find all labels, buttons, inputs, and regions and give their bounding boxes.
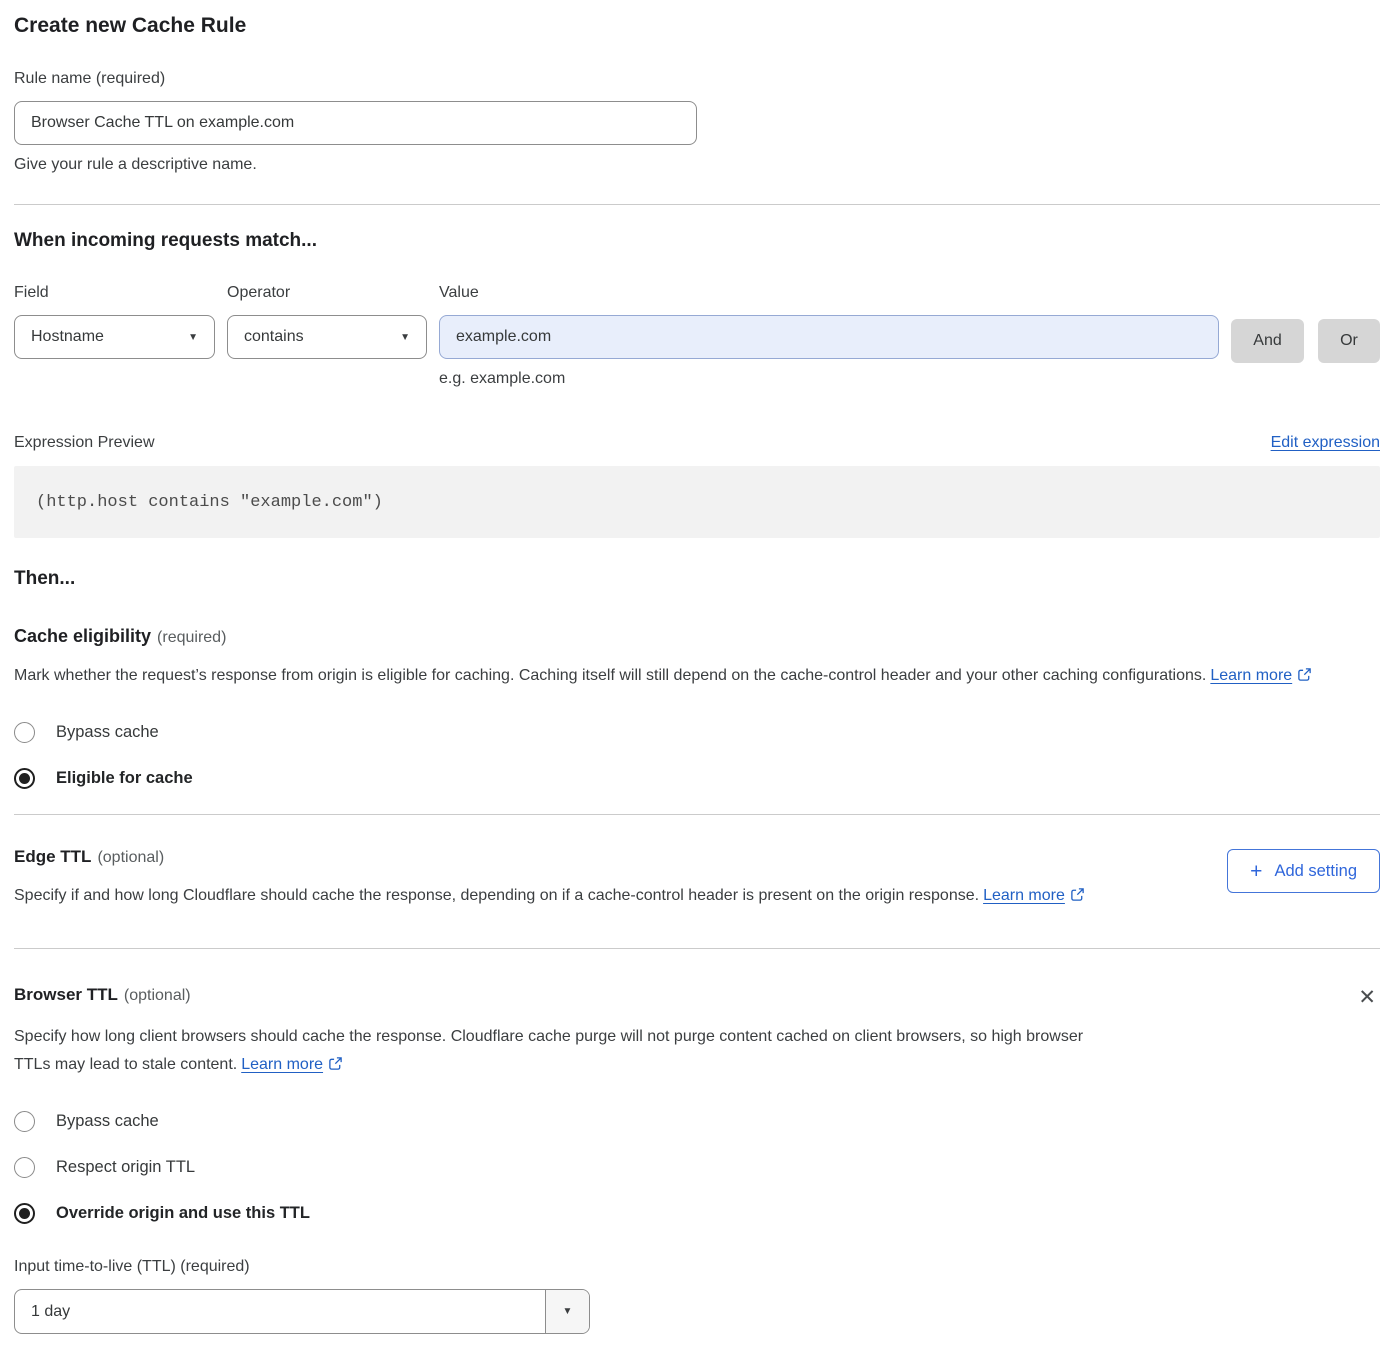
section-divider (14, 204, 1380, 205)
field-select[interactable]: Hostname ▼ (14, 315, 215, 359)
description-text: Mark whether the request’s response from… (14, 667, 1206, 684)
add-setting-label: Add setting (1274, 862, 1357, 881)
operator-label: Operator (227, 284, 427, 302)
edge-ttl-section: Edge TTL (optional) Specify if and how lo… (14, 847, 1380, 912)
radio-icon[interactable] (14, 1157, 35, 1178)
edit-expression-link[interactable]: Edit expression (1271, 434, 1380, 452)
operator-select[interactable]: contains ▼ (227, 315, 427, 359)
browser-ttl-heading: Browser TTL (14, 985, 118, 1004)
external-link-icon (1070, 884, 1085, 912)
match-heading: When incoming requests match... (14, 230, 1380, 252)
learn-more-link[interactable]: Learn more (983, 887, 1065, 904)
radio-option-label: Bypass cache (56, 723, 159, 742)
value-column: Value e.g. example.com (439, 284, 1219, 388)
cache-eligibility-qualifier: (required) (157, 629, 226, 646)
ttl-select-value: 1 day (15, 1290, 545, 1333)
operator-select-value: contains (244, 328, 304, 346)
radio-option-label: Override origin and use this TTL (56, 1204, 310, 1223)
radio-option-label: Respect origin TTL (56, 1158, 195, 1177)
create-cache-rule-form: Create new Cache Rule Rule name (require… (0, 0, 1400, 1334)
condition-buttons: And Or (1231, 284, 1380, 363)
then-heading: Then... (14, 568, 1380, 590)
plus-icon: + (1250, 861, 1262, 882)
browser-ttl-section-header: Browser TTL (optional) ✕ (14, 985, 1380, 1008)
cache-eligibility-section: Cache eligibility (required) (14, 626, 1380, 647)
radio-option-label: Bypass cache (56, 1112, 159, 1131)
rule-name-section: Rule name (required) Give your rule a de… (14, 70, 1380, 174)
edge-ttl-heading-row: Edge TTL (optional) (14, 847, 1085, 867)
section-divider (14, 948, 1380, 949)
section-divider (14, 814, 1380, 815)
description-text: Specify how long client browsers should … (14, 1028, 1083, 1073)
radio-icon[interactable] (14, 1203, 35, 1224)
value-label: Value (439, 284, 1219, 302)
cache-eligibility-heading: Cache eligibility (14, 626, 151, 646)
rule-name-input[interactable] (14, 101, 697, 145)
cache-eligibility-description: Mark whether the request’s response from… (14, 662, 1354, 692)
radio-icon[interactable] (14, 1111, 35, 1132)
rule-name-help: Give your rule a descriptive name. (14, 156, 1380, 174)
operator-column: Operator contains ▼ (227, 284, 427, 359)
learn-more-link[interactable]: Learn more (241, 1056, 323, 1073)
close-icon[interactable]: ✕ (1358, 987, 1376, 1008)
radio-option-respect-origin-ttl[interactable]: Respect origin TTL (14, 1157, 1380, 1178)
or-button[interactable]: Or (1318, 319, 1380, 363)
radio-icon[interactable] (14, 768, 35, 789)
browser-ttl-options: Bypass cache Respect origin TTL Override… (14, 1111, 1380, 1224)
radio-icon[interactable] (14, 722, 35, 743)
add-setting-button[interactable]: + Add setting (1227, 849, 1380, 893)
ttl-select-caret-box[interactable]: ▼ (545, 1290, 589, 1333)
rule-name-label: Rule name (required) (14, 70, 1380, 88)
browser-ttl-heading-row: Browser TTL (optional) (14, 985, 191, 1005)
edge-ttl-description: Specify if and how long Cloudflare shoul… (14, 882, 1085, 912)
learn-more-link[interactable]: Learn more (1210, 667, 1292, 684)
radio-option-label: Eligible for cache (56, 769, 193, 788)
edge-ttl-qualifier: (optional) (97, 849, 164, 866)
field-column: Field Hostname ▼ (14, 284, 215, 359)
edge-ttl-text: Edge TTL (optional) Specify if and how lo… (14, 847, 1085, 912)
radio-option-override-origin-ttl[interactable]: Override origin and use this TTL (14, 1203, 1380, 1224)
match-condition-row: Field Hostname ▼ Operator contains ▼ Val… (14, 284, 1380, 388)
chevron-down-icon: ▼ (400, 332, 410, 343)
ttl-input-section: Input time-to-live (TTL) (required) 1 da… (14, 1258, 1380, 1334)
ttl-input-label: Input time-to-live (TTL) (required) (14, 1258, 1380, 1276)
edge-ttl-heading: Edge TTL (14, 847, 91, 866)
cache-eligibility-options: Bypass cache Eligible for cache (14, 722, 1380, 789)
browser-ttl-qualifier: (optional) (124, 987, 191, 1004)
radio-option-bypass-cache[interactable]: Bypass cache (14, 1111, 1380, 1132)
field-select-value: Hostname (31, 328, 104, 346)
radio-option-eligible-for-cache[interactable]: Eligible for cache (14, 768, 1380, 789)
value-input[interactable] (439, 315, 1219, 359)
value-help: e.g. example.com (439, 370, 1219, 388)
expression-code-block: (http.host contains "example.com") (14, 466, 1380, 538)
chevron-down-icon: ▼ (188, 332, 198, 343)
external-link-icon (1297, 664, 1312, 692)
page-title: Create new Cache Rule (14, 14, 1380, 38)
chevron-down-icon: ▼ (563, 1306, 573, 1317)
expression-preview-label: Expression Preview (14, 434, 155, 452)
browser-ttl-description: Specify how long client browsers should … (14, 1023, 1104, 1081)
radio-option-bypass-cache[interactable]: Bypass cache (14, 722, 1380, 743)
and-button[interactable]: And (1231, 319, 1304, 363)
ttl-select[interactable]: 1 day ▼ (14, 1289, 590, 1334)
description-text: Specify if and how long Cloudflare shoul… (14, 887, 979, 904)
expression-code: (http.host contains "example.com") (36, 493, 383, 512)
expression-preview-header: Expression Preview Edit expression (14, 434, 1380, 452)
field-label: Field (14, 284, 215, 302)
external-link-icon (328, 1053, 343, 1081)
